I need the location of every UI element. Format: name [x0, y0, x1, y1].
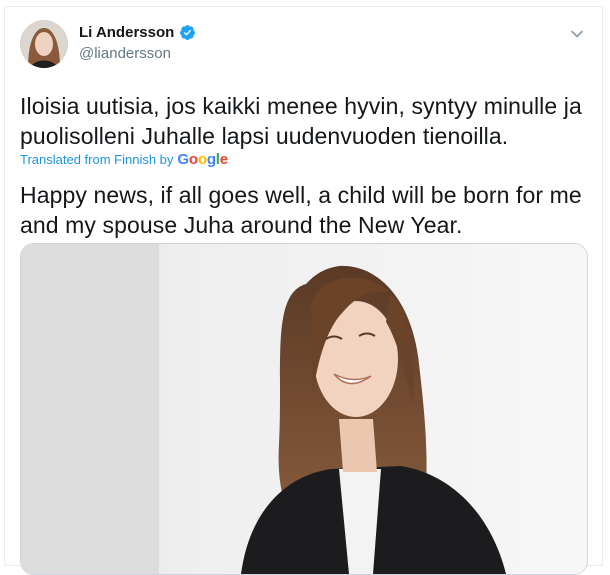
tweet-text-original: Iloisia uutisia, jos kaikki menee hyvin,… [20, 91, 590, 151]
tweet-text-original-line: Iloisia uutisia, jos kaikki menee hyvin,… [20, 93, 582, 119]
author-handle[interactable]: @liandersson [79, 45, 171, 62]
author-row: Li Andersson [79, 24, 196, 41]
author-name[interactable]: Li Andersson [79, 24, 174, 41]
tweet-text-translated: Happy news, if all goes well, a child wi… [20, 180, 590, 240]
tweet-text-original-line: puolisolleni Juhalle lapsi uudenvuoden t… [20, 123, 509, 149]
translation-label: Translated from Finnish by [20, 152, 174, 167]
translation-attribution[interactable]: Translated from Finnish by Google [20, 151, 228, 168]
tweet-text-translated-line: and my spouse Juha around the New Year. [20, 212, 463, 238]
tweet-text-translated-line: Happy news, if all goes well, a child wi… [20, 182, 582, 208]
chevron-down-icon[interactable] [570, 27, 584, 41]
verified-badge-icon [180, 25, 196, 40]
avatar-image [20, 20, 68, 68]
tweet-card[interactable]: Li Andersson @liandersson Iloisia uutisi… [4, 6, 603, 575]
avatar[interactable] [20, 20, 68, 68]
tweet-photo[interactable] [20, 243, 588, 575]
google-logo: Google [177, 151, 228, 168]
photo-image [21, 244, 587, 574]
